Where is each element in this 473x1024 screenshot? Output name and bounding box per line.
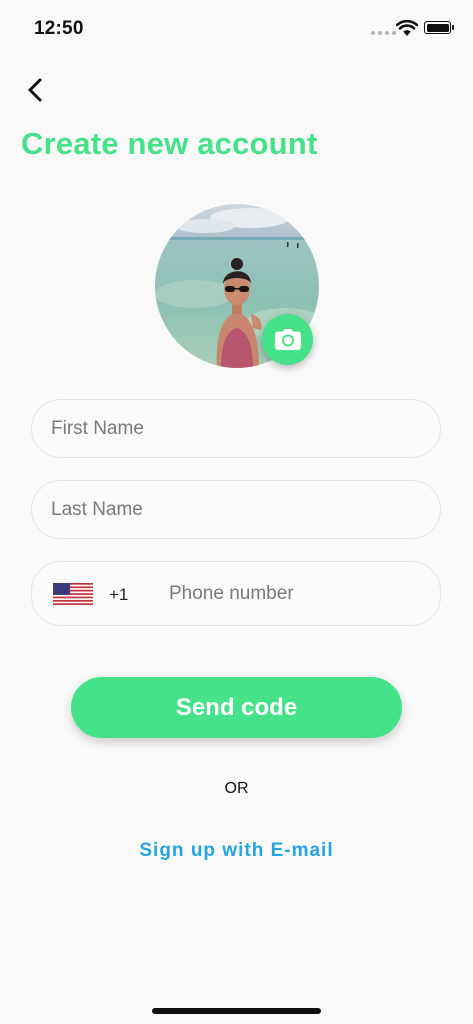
avatar-container bbox=[155, 204, 319, 368]
change-photo-button[interactable] bbox=[262, 314, 313, 365]
status-bar: 12:50 bbox=[0, 0, 473, 56]
first-name-field[interactable] bbox=[31, 399, 441, 458]
camera-icon bbox=[274, 329, 301, 350]
email-signup-link[interactable]: Sign up with E-mail bbox=[0, 840, 473, 862]
battery-icon bbox=[424, 21, 454, 34]
cellular-signal-icon bbox=[371, 31, 396, 35]
last-name-field[interactable] bbox=[31, 480, 441, 539]
send-code-button[interactable]: Send code bbox=[71, 677, 402, 738]
phone-number-input[interactable] bbox=[169, 562, 419, 625]
chevron-left-icon[interactable] bbox=[22, 76, 50, 104]
us-flag-icon[interactable] bbox=[53, 583, 93, 605]
home-indicator[interactable] bbox=[152, 1008, 321, 1014]
status-time: 12:50 bbox=[34, 18, 84, 39]
phone-field[interactable]: +1 bbox=[31, 561, 441, 626]
first-name-input[interactable] bbox=[51, 400, 411, 457]
or-divider-label: OR bbox=[224, 780, 249, 797]
wifi-icon bbox=[396, 19, 418, 36]
country-code[interactable]: +1 bbox=[109, 585, 128, 605]
last-name-input[interactable] bbox=[51, 481, 411, 538]
page-title: Create new account bbox=[21, 126, 318, 161]
